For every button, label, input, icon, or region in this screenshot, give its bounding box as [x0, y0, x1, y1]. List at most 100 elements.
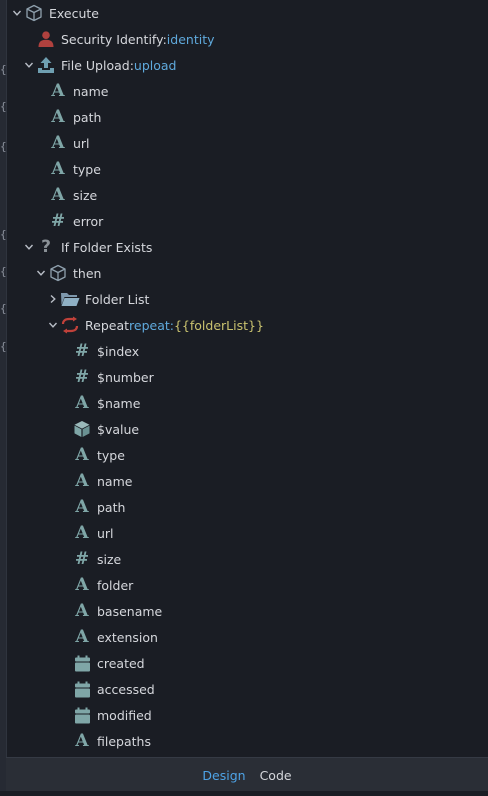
text-type-icon: A	[75, 392, 89, 413]
tree-row[interactable]: Atype	[6, 442, 488, 468]
tree-row-label: Folder List	[85, 291, 150, 307]
text-type-icon: A	[75, 730, 89, 751]
tree-row[interactable]: modified	[6, 702, 488, 728]
tree-row[interactable]: # size	[6, 546, 488, 572]
tree-row-value: identity	[166, 31, 215, 47]
tree-row-expression: {{folderList}}	[173, 317, 264, 333]
tree-row[interactable]: File Upload: upload	[6, 52, 488, 78]
tree-row[interactable]: Execute	[6, 0, 488, 26]
tree-row[interactable]: Apath	[6, 104, 488, 130]
text-type-icon: A	[51, 184, 65, 205]
tree-row-label: Execute	[49, 5, 99, 21]
tree-row[interactable]: Aurl	[6, 520, 488, 546]
tree-row[interactable]: Aname	[6, 78, 488, 104]
bottom-strip	[0, 791, 488, 796]
action-tree: Execute Security Identify: identity File U…	[6, 0, 488, 757]
tree-row-label: filepaths	[97, 733, 151, 749]
tree-row-label: type	[73, 161, 101, 177]
tree-row-label: path	[73, 109, 102, 125]
tree-row-label: then	[73, 265, 102, 281]
text-type-icon: A	[75, 496, 89, 517]
number-type-icon: #	[74, 366, 90, 387]
chevron-down-icon[interactable]	[10, 0, 24, 26]
tree-row[interactable]: # $number	[6, 364, 488, 390]
text-type-icon: A	[75, 522, 89, 543]
tree-row-label: $number	[97, 369, 154, 385]
tree-row[interactable]: # $index	[6, 338, 488, 364]
tree-row-label: $name	[97, 395, 141, 411]
tree-row-label: Repeat	[85, 317, 130, 333]
chevron-right-icon[interactable]	[46, 286, 60, 312]
date-type-icon	[72, 702, 92, 728]
tree-row[interactable]: ? If Folder Exists	[6, 234, 488, 260]
number-type-icon: #	[74, 548, 90, 569]
tree-row[interactable]: accessed	[6, 676, 488, 702]
tree-row-label: File Upload:	[61, 57, 134, 73]
tree-row[interactable]: Asize	[6, 182, 488, 208]
tree-row-label: url	[97, 525, 114, 541]
tree-row[interactable]: Folder List	[6, 286, 488, 312]
tab-design[interactable]: Design	[202, 768, 245, 783]
date-type-icon	[72, 676, 92, 702]
tree-row-label: name	[97, 473, 133, 489]
cube-icon	[24, 0, 44, 26]
tree-row[interactable]: Atype	[6, 156, 488, 182]
text-type-icon: A	[75, 574, 89, 595]
user-icon	[36, 26, 56, 52]
tree-row[interactable]: Aname	[6, 468, 488, 494]
number-type-icon: #	[74, 340, 90, 361]
text-type-icon: A	[51, 80, 65, 101]
cube-icon	[48, 260, 68, 286]
tree-row[interactable]: Repeat repeat: {{folderList}}	[6, 312, 488, 338]
chevron-down-icon[interactable]	[46, 312, 60, 338]
tree-row[interactable]: Afilepaths	[6, 728, 488, 754]
tree-row-label: size	[97, 551, 122, 567]
tree-row-label: type	[97, 447, 125, 463]
tree-row[interactable]: Security Identify: identity	[6, 26, 488, 52]
number-type-icon: #	[50, 210, 66, 231]
tab-code[interactable]: Code	[260, 768, 292, 783]
tree-row[interactable]: A $name	[6, 390, 488, 416]
chevron-down-icon[interactable]	[22, 234, 36, 260]
object-type-icon	[72, 416, 92, 442]
folder-open-icon	[60, 286, 80, 312]
tree-row[interactable]: Apath	[6, 494, 488, 520]
text-type-icon: A	[51, 106, 65, 127]
view-tabs: Design Code	[6, 757, 488, 792]
tree-row-label: path	[97, 499, 126, 515]
tree-row-label: accessed	[97, 681, 155, 697]
tree-row[interactable]: # error	[6, 208, 488, 234]
tree-row-label: modified	[97, 707, 152, 723]
tree-row-keyword: repeat:	[129, 317, 174, 333]
tree-row[interactable]: Afolder	[6, 572, 488, 598]
text-type-icon: A	[75, 600, 89, 621]
text-type-icon: A	[75, 470, 89, 491]
question-icon: ?	[41, 236, 51, 257]
tree-row[interactable]: then	[6, 260, 488, 286]
tree-row-label: Security Identify:	[61, 31, 167, 47]
tree-row[interactable]: $value	[6, 416, 488, 442]
chevron-down-icon[interactable]	[34, 260, 48, 286]
tree-row-label: folder	[97, 577, 134, 593]
tree-row[interactable]: Aextension	[6, 624, 488, 650]
tree-row[interactable]: Aurl	[6, 130, 488, 156]
text-type-icon: A	[75, 444, 89, 465]
chevron-down-icon[interactable]	[22, 52, 36, 78]
tree-row[interactable]: created	[6, 650, 488, 676]
tree-row-label: $index	[97, 343, 140, 359]
tree-row[interactable]: Abasename	[6, 598, 488, 624]
